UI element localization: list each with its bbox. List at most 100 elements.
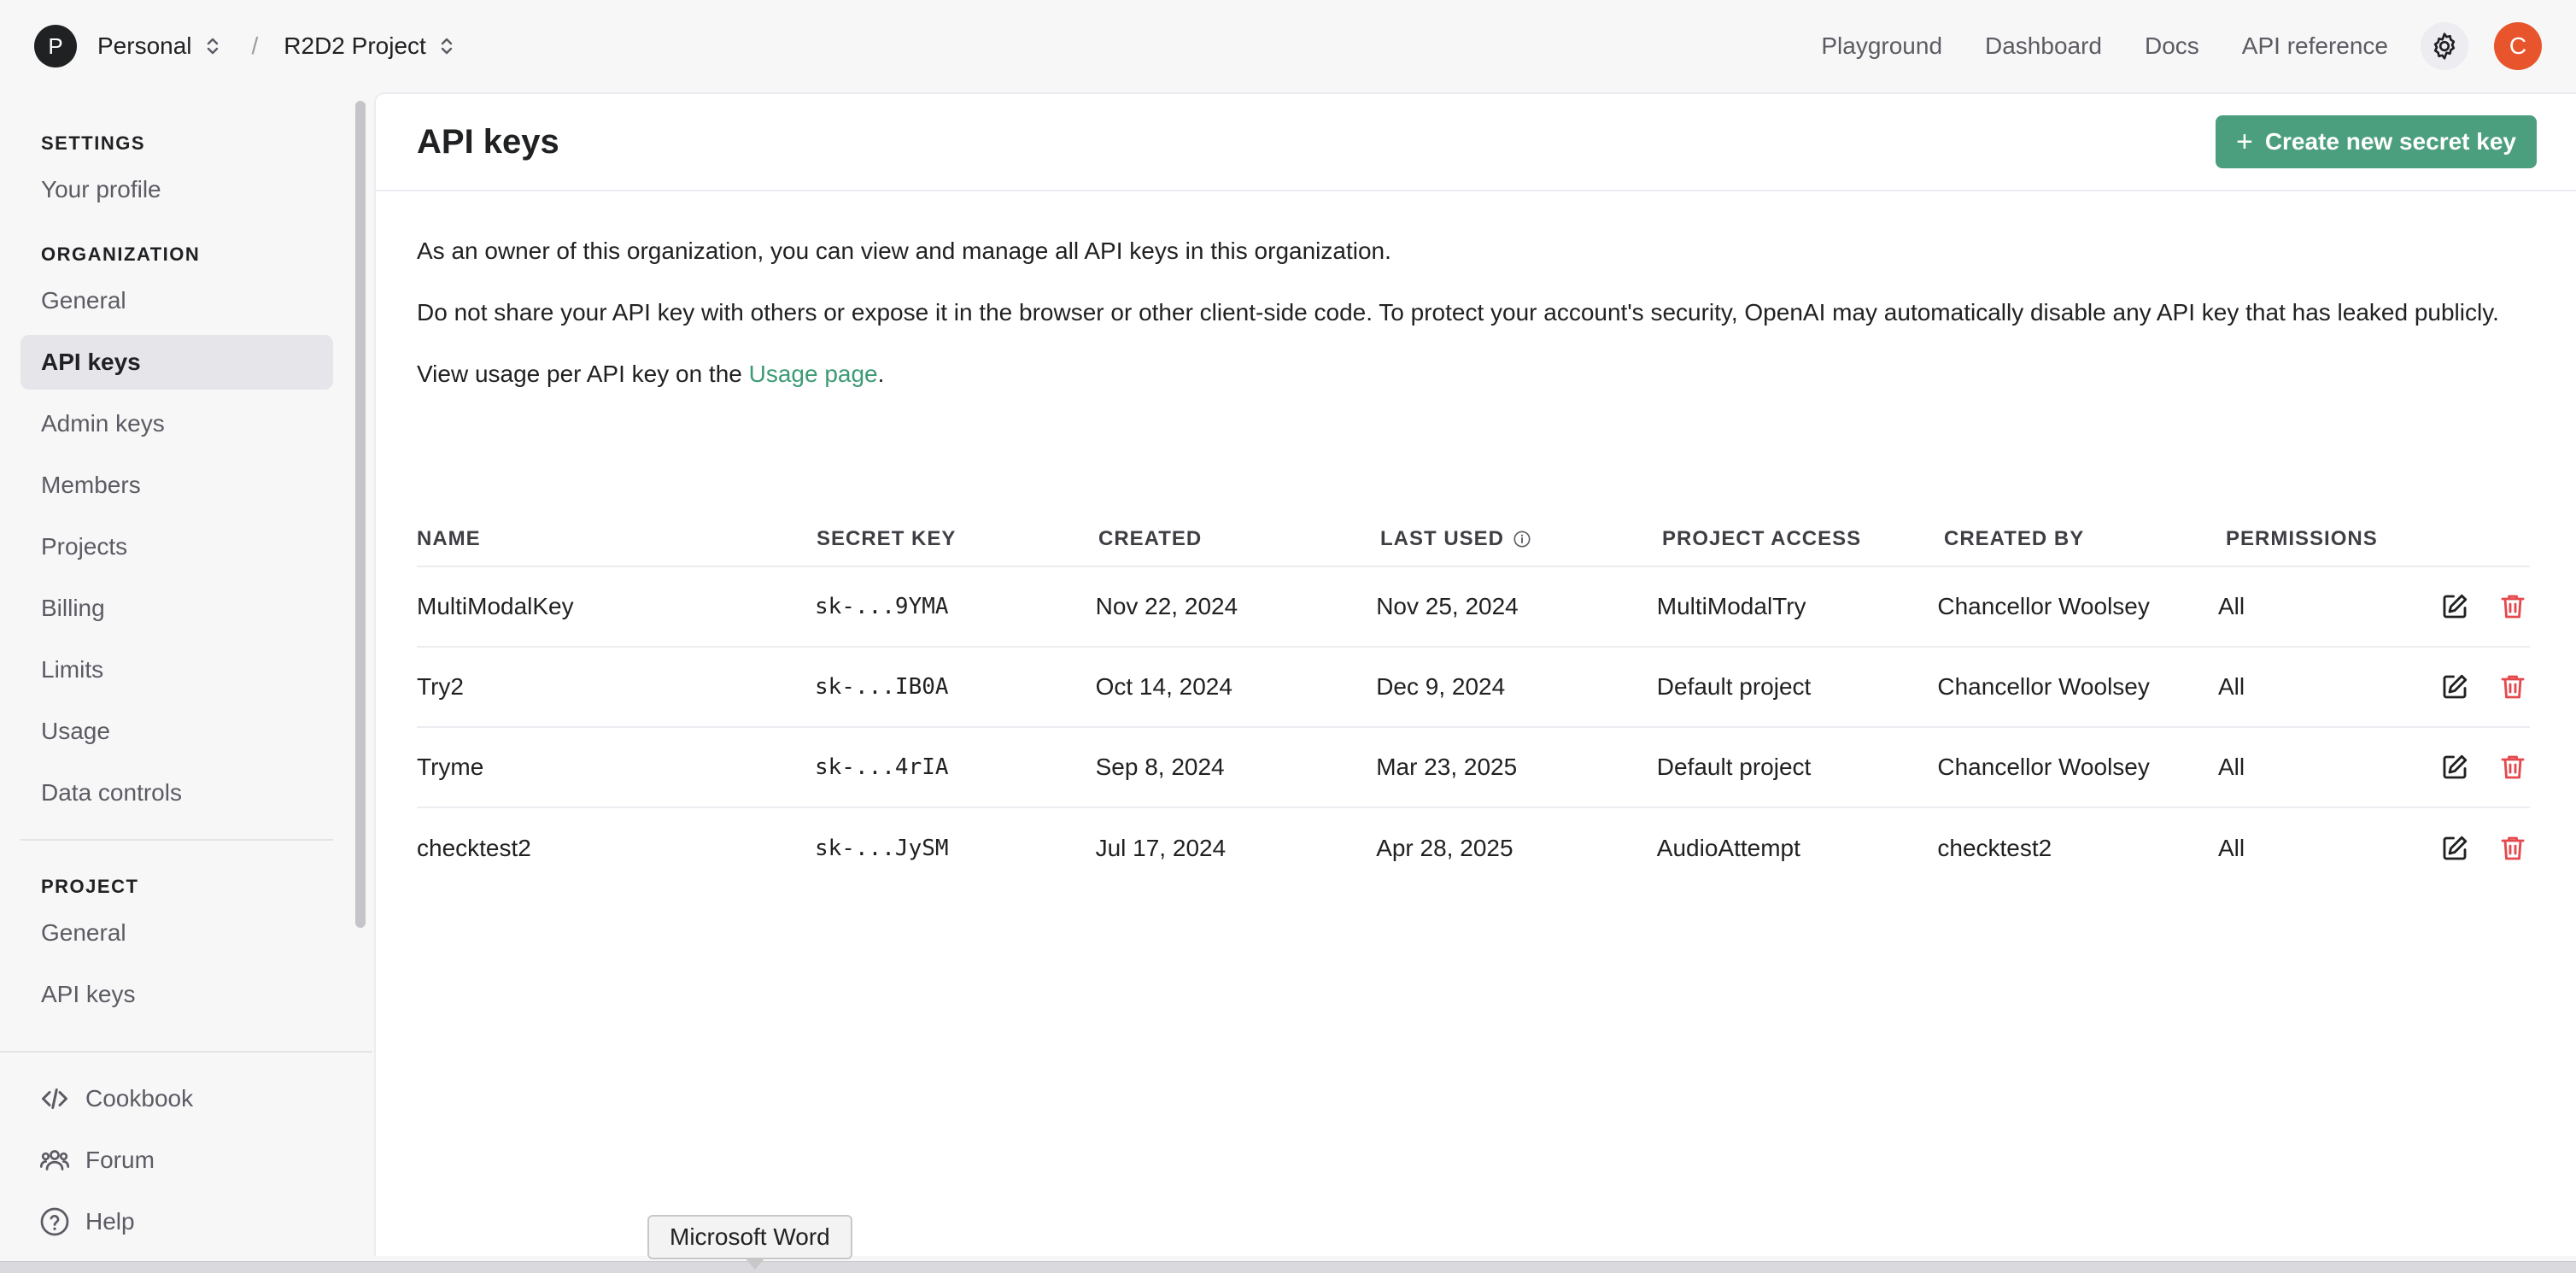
chevron-updown-icon <box>207 38 218 55</box>
table-header: NAME SECRET KEY CREATED LAST USED PROJEC… <box>417 513 2530 567</box>
key-name: checktest2 <box>417 835 531 861</box>
sidebar-item-limits[interactable]: Limits <box>20 642 333 697</box>
permissions: All <box>2217 593 2245 619</box>
table-row: checktest2 sk-...JySM Jul 17, 2024 Apr 2… <box>417 808 2530 889</box>
help-label: Help <box>85 1208 135 1235</box>
sidebar-item-data-controls[interactable]: Data controls <box>20 766 333 820</box>
project-access: Default project <box>1656 754 1812 780</box>
usage-text: View usage per API key on the <box>417 361 749 387</box>
sidebar-item-admin-keys[interactable]: Admin keys <box>20 396 333 451</box>
org-switcher[interactable]: Personal <box>77 32 220 60</box>
settings-button[interactable] <box>2421 22 2468 70</box>
last-used-date: Nov 25, 2024 <box>1376 593 1519 619</box>
edit-key-button[interactable] <box>2438 831 2472 865</box>
delete-key-button[interactable] <box>2496 750 2530 784</box>
sidebar-footer: Cookbook Forum Help <box>0 1051 372 1273</box>
nav-playground[interactable]: Playground <box>1821 32 1942 60</box>
description-security: Do not share your API key with others or… <box>417 299 2499 326</box>
forum-label: Forum <box>85 1147 155 1173</box>
edit-key-button[interactable] <box>2438 590 2472 624</box>
row-actions <box>2414 750 2530 784</box>
sidebar-item-usage[interactable]: Usage <box>20 704 333 759</box>
sidebar-link-cookbook[interactable]: Cookbook <box>0 1068 372 1129</box>
top-bar: P Personal / R2D2 Project Playground Das… <box>0 0 2576 92</box>
top-nav: Playground Dashboard Docs API reference … <box>1778 22 2542 70</box>
main-panel: API keys + Create new secret key As an o… <box>374 92 2576 1256</box>
delete-key-button[interactable] <box>2496 831 2530 865</box>
key-name: Tryme <box>417 754 484 780</box>
col-header-created: CREATED <box>1098 527 1203 550</box>
chevron-updown-icon <box>441 38 453 55</box>
sidebar: SETTINGS Your profile ORGANIZATION Gener… <box>0 92 372 1273</box>
delete-key-button[interactable] <box>2496 670 2530 704</box>
last-used-date: Dec 9, 2024 <box>1376 673 1506 700</box>
nav-dashboard[interactable]: Dashboard <box>1985 32 2102 60</box>
cookbook-label: Cookbook <box>85 1085 194 1112</box>
sidebar-item-project-general[interactable]: General <box>20 906 333 960</box>
help-icon <box>40 1207 69 1236</box>
taskbar <box>0 1261 2576 1273</box>
plus-icon: + <box>2235 125 2253 158</box>
col-header-created-by: CREATED BY <box>1944 527 2085 550</box>
taskbar-tooltip: Microsoft Word <box>647 1215 852 1259</box>
usage-page-link[interactable]: Usage page <box>749 361 878 387</box>
usage-text-end: . <box>877 361 885 387</box>
sidebar-item-billing[interactable]: Billing <box>20 581 333 636</box>
nav-docs[interactable]: Docs <box>2145 32 2199 60</box>
users-icon <box>39 1150 70 1170</box>
trash-icon <box>2501 755 2525 779</box>
row-actions <box>2414 831 2530 865</box>
create-secret-key-button[interactable]: + Create new secret key <box>2215 115 2537 168</box>
edit-icon <box>2443 754 2468 779</box>
delete-key-button[interactable] <box>2496 590 2530 624</box>
sidebar-scrollbar[interactable] <box>355 101 366 928</box>
sidebar-divider <box>20 839 333 841</box>
created-date: Sep 8, 2024 <box>1095 754 1225 780</box>
table-row: MultiModalKey sk-...9YMA Nov 22, 2024 No… <box>417 567 2530 648</box>
edit-key-button[interactable] <box>2438 670 2472 704</box>
secret-key: sk-...IB0A <box>815 674 949 700</box>
sidebar-link-forum[interactable]: Forum <box>0 1129 372 1191</box>
sidebar-item-project-api-keys[interactable]: API keys <box>20 967 333 1022</box>
page-header: API keys + Create new secret key <box>376 94 2576 191</box>
last-used-date: Mar 23, 2025 <box>1376 754 1518 780</box>
sidebar-item-your-profile[interactable]: Your profile <box>20 162 333 217</box>
info-icon[interactable] <box>1513 530 1531 549</box>
sidebar-section-settings: SETTINGS <box>41 132 146 154</box>
gear-icon <box>2433 32 2456 60</box>
api-keys-table: NAME SECRET KEY CREATED LAST USED PROJEC… <box>417 513 2530 889</box>
sidebar-item-api-keys[interactable]: API keys <box>20 335 333 390</box>
create-secret-key-label: Create new secret key <box>2264 128 2516 155</box>
permissions: All <box>2217 673 2245 700</box>
permissions: All <box>2217 835 2245 861</box>
row-actions <box>2414 590 2530 624</box>
project-access: MultiModalTry <box>1656 593 1806 619</box>
trash-icon <box>2501 595 2525 619</box>
sidebar-item-members[interactable]: Members <box>20 458 333 513</box>
table-row: Try2 sk-...IB0A Oct 14, 2024 Dec 9, 2024… <box>417 648 2530 728</box>
created-date: Nov 22, 2024 <box>1095 593 1238 619</box>
user-avatar[interactable]: C <box>2494 22 2542 70</box>
edit-key-button[interactable] <box>2438 750 2472 784</box>
org-avatar[interactable]: P <box>34 25 77 67</box>
project-access: Default project <box>1656 673 1812 700</box>
permissions: All <box>2217 754 2245 780</box>
secret-key: sk-...9YMA <box>815 594 949 619</box>
sidebar-nav: SETTINGS Your profile ORGANIZATION Gener… <box>20 92 333 1049</box>
created-by: checktest2 <box>1937 835 2052 861</box>
col-header-permissions: PERMISSIONS <box>2226 527 2378 550</box>
sidebar-item-general[interactable]: General <box>20 273 333 328</box>
breadcrumb-separator: / <box>251 32 259 59</box>
sidebar-item-projects[interactable]: Projects <box>20 519 333 574</box>
nav-api-reference[interactable]: API reference <box>2242 32 2388 60</box>
sidebar-link-help[interactable]: Help <box>0 1191 372 1252</box>
project-switcher[interactable]: R2D2 Project <box>284 32 454 60</box>
key-name: Try2 <box>417 673 464 700</box>
secret-key: sk-...4rIA <box>815 754 949 780</box>
col-header-last-used: LAST USED <box>1380 527 1662 551</box>
secret-key: sk-...JySM <box>815 836 949 861</box>
description-usage: View usage per API key on the Usage page… <box>417 343 2535 405</box>
edit-icon <box>2443 836 2468 860</box>
row-actions <box>2414 670 2530 704</box>
col-header-project-access: PROJECT ACCESS <box>1662 527 1862 550</box>
